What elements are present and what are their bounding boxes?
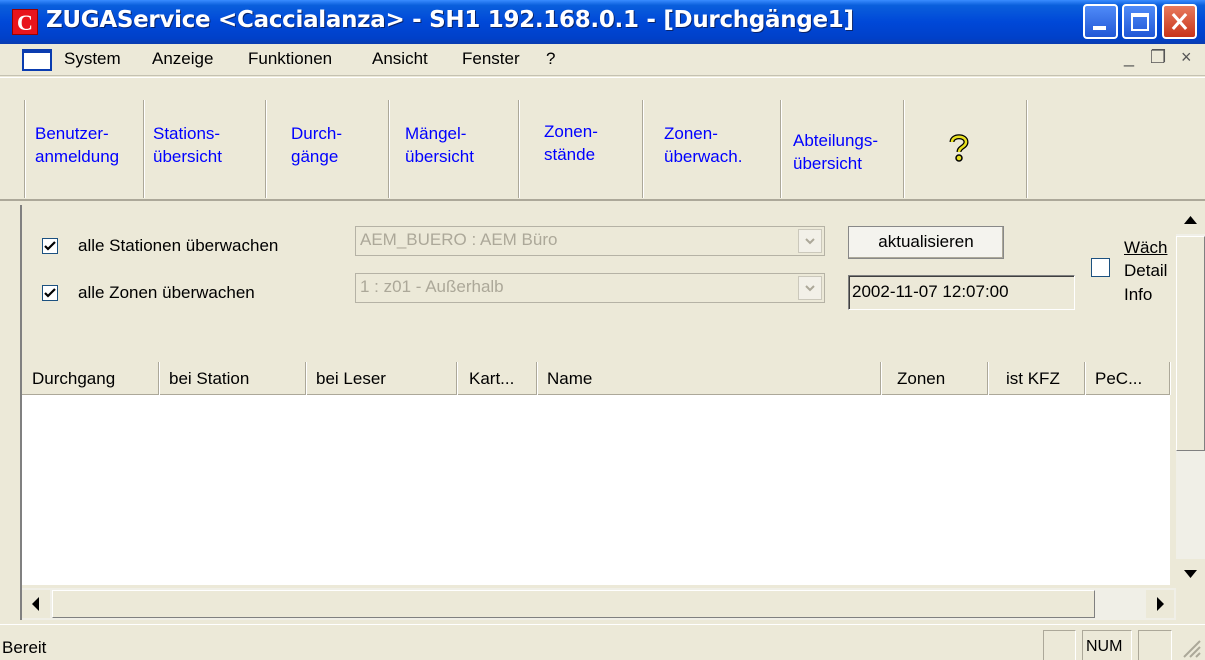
toolbar-separator bbox=[143, 100, 145, 198]
toolbar-zonenueberwachung-button[interactable]: Zonen- überwach. bbox=[664, 122, 742, 168]
toolbar-button-line1: Zonen- bbox=[664, 124, 718, 143]
scroll-up-button[interactable] bbox=[1176, 205, 1205, 234]
scroll-left-button[interactable] bbox=[22, 590, 50, 618]
app-logo-icon: C bbox=[12, 9, 38, 35]
column-name[interactable]: Name bbox=[537, 362, 881, 395]
arrow-down-icon bbox=[1184, 570, 1197, 578]
list-header: Durchgang bei Station bei Leser Kart... … bbox=[22, 362, 1170, 395]
station-select-value: AEM_BUERO : AEM Büro bbox=[360, 230, 558, 249]
status-bar: Bereit NUM bbox=[0, 624, 1205, 660]
column-ist-kfz[interactable]: ist KFZ bbox=[988, 362, 1085, 395]
scroll-right-button[interactable] bbox=[1146, 590, 1174, 618]
toolbar-button-line2: übersicht bbox=[793, 154, 862, 173]
mdi-minimize-icon[interactable]: _ bbox=[1124, 47, 1134, 68]
column-bei-station[interactable]: bei Station bbox=[159, 362, 306, 395]
maximize-button[interactable] bbox=[1122, 4, 1157, 39]
toolbar-button-line2: gänge bbox=[291, 147, 339, 166]
toolbar-abteilungsuebersicht-button[interactable]: Abteilungs- übersicht bbox=[793, 129, 878, 175]
resize-grip-icon[interactable] bbox=[1180, 637, 1202, 659]
toolbar-separator bbox=[780, 100, 782, 198]
toolbar-button-line2: übersicht bbox=[405, 147, 474, 166]
toolbar-button-line2: anmeldung bbox=[35, 147, 120, 166]
watch-label[interactable]: Wäch bbox=[1124, 238, 1167, 258]
mdi-close-icon[interactable]: × bbox=[1181, 47, 1192, 68]
toolbar-button-line2: stände bbox=[544, 145, 596, 164]
mdi-restore-icon[interactable]: ❐ bbox=[1150, 47, 1166, 68]
toolbar-separator bbox=[518, 100, 520, 198]
all-zones-checkbox[interactable] bbox=[42, 285, 58, 301]
status-text: Bereit bbox=[2, 638, 47, 657]
zone-select-value: 1 : z01 - Außerhalb bbox=[360, 277, 504, 296]
info-label[interactable]: Info bbox=[1124, 285, 1152, 305]
all-stations-checkbox[interactable] bbox=[42, 238, 58, 254]
menu-help[interactable]: ? bbox=[546, 49, 555, 69]
toolbar-separator bbox=[903, 100, 905, 198]
menu-funktionen[interactable]: Funktionen bbox=[248, 49, 332, 69]
toolbar-separator bbox=[642, 100, 644, 198]
column-zonen[interactable]: Zonen bbox=[881, 362, 988, 395]
list-body[interactable] bbox=[22, 395, 1170, 585]
menu-bar: System Anzeige Funktionen Ansicht Fenste… bbox=[0, 44, 1205, 76]
toolbar-stationsuebersicht-button[interactable]: Stations- übersicht bbox=[153, 122, 222, 168]
close-button[interactable] bbox=[1162, 4, 1197, 39]
chevron-down-icon[interactable] bbox=[798, 276, 822, 300]
menu-ansicht[interactable]: Ansicht bbox=[372, 49, 428, 69]
toolbar-button-line1: Mängel- bbox=[405, 124, 467, 143]
toolbar-maengeluebersicht-button[interactable]: Mängel- übersicht bbox=[405, 122, 474, 168]
chevron-down-icon[interactable] bbox=[798, 229, 822, 253]
document-icon[interactable] bbox=[22, 49, 52, 71]
question-mark-icon[interactable] bbox=[948, 133, 970, 163]
timestamp-field: 2002-11-07 12:07:00 bbox=[848, 275, 1075, 310]
watch-detail-checkbox[interactable] bbox=[1091, 258, 1110, 277]
zone-select[interactable]: 1 : z01 - Außerhalb bbox=[355, 273, 825, 303]
menu-fenster[interactable]: Fenster bbox=[462, 49, 520, 69]
maximize-icon bbox=[1131, 13, 1149, 31]
toolbar-button-line1: Zonen- bbox=[544, 122, 598, 141]
checkmark-icon bbox=[44, 241, 56, 251]
toolbar-button-line1: Durch- bbox=[291, 124, 343, 143]
detail-label[interactable]: Detail bbox=[1124, 261, 1167, 281]
minimize-icon bbox=[1093, 26, 1106, 30]
refresh-button[interactable]: aktualisieren bbox=[848, 226, 1004, 259]
all-stations-label[interactable]: alle Stationen überwachen bbox=[78, 236, 278, 256]
column-karte[interactable]: Kart... bbox=[457, 362, 537, 395]
toolbar-button-line1: Benutzer- bbox=[35, 124, 109, 143]
toolbar-separator bbox=[24, 100, 26, 198]
toolbar-zonenstaende-button[interactable]: Zonen- stände bbox=[544, 120, 598, 166]
all-zones-label[interactable]: alle Zonen überwachen bbox=[78, 283, 255, 303]
status-pane-num: NUM bbox=[1082, 630, 1132, 660]
minimize-button[interactable] bbox=[1083, 4, 1118, 39]
column-bei-leser[interactable]: bei Leser bbox=[306, 362, 457, 395]
arrow-right-icon bbox=[1157, 597, 1164, 611]
toolbar-durchgaenge-button[interactable]: Durch- gänge bbox=[291, 122, 342, 168]
toolbar-separator bbox=[265, 100, 267, 198]
column-pec[interactable]: PeC... bbox=[1085, 362, 1170, 395]
toolbar-benutzeranmeldung-button[interactable]: Benutzer- anmeldung bbox=[35, 122, 119, 168]
close-icon bbox=[1171, 12, 1188, 31]
toolbar-separator bbox=[388, 100, 390, 198]
title-bar[interactable]: C ZUGAService <Caccialanza> - SH1 192.16… bbox=[0, 0, 1205, 44]
toolbar-separator bbox=[1026, 100, 1028, 198]
toolbar-button-line1: Stations- bbox=[153, 124, 221, 143]
toolbar-button-line1: Abteilungs- bbox=[793, 131, 879, 150]
horizontal-scroll-thumb[interactable] bbox=[52, 590, 1095, 618]
arrow-left-icon bbox=[32, 597, 39, 611]
status-pane-scroll bbox=[1138, 630, 1172, 660]
column-durchgang[interactable]: Durchgang bbox=[22, 362, 159, 395]
checkmark-icon bbox=[44, 288, 56, 298]
arrow-up-icon bbox=[1184, 216, 1197, 224]
menu-system[interactable]: System bbox=[64, 49, 121, 69]
toolbar-button-line2: überwach. bbox=[664, 147, 743, 166]
status-pane-caps bbox=[1043, 630, 1076, 660]
window-title: ZUGAService <Caccialanza> - SH1 192.168.… bbox=[46, 7, 854, 33]
toolbar-button-line2: übersicht bbox=[153, 147, 222, 166]
station-select[interactable]: AEM_BUERO : AEM Büro bbox=[355, 226, 825, 256]
menu-anzeige[interactable]: Anzeige bbox=[152, 49, 213, 69]
scroll-down-button[interactable] bbox=[1176, 559, 1205, 588]
vertical-scroll-thumb[interactable] bbox=[1176, 236, 1205, 451]
